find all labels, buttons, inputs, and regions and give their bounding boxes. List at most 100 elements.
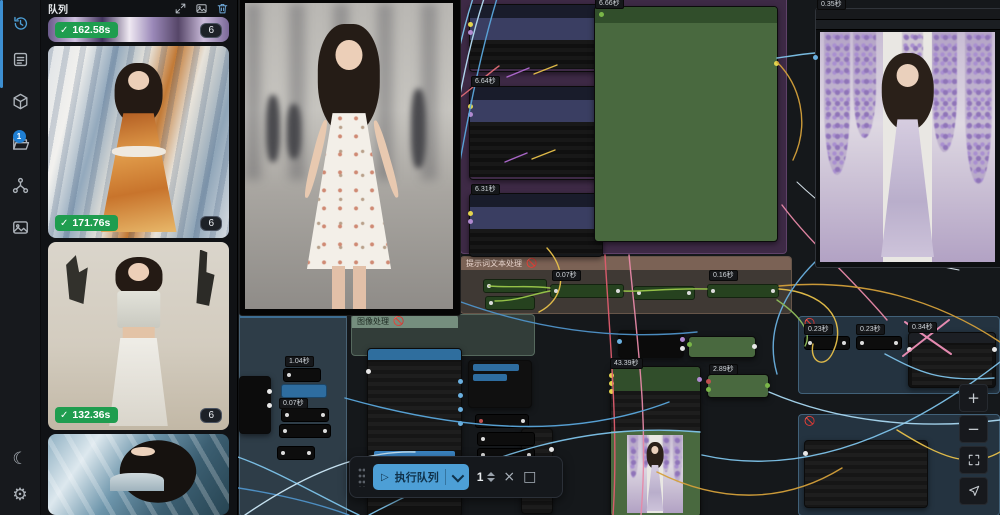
canvas-nav-controls: + − (959, 384, 986, 505)
check-icon: ✓ (60, 218, 68, 229)
node-time-tag: 2.89秒 (709, 364, 738, 375)
output-count-badge: 6 (200, 408, 222, 423)
output-count-badge: 6 (200, 23, 222, 38)
play-icon: ▷ (381, 472, 389, 483)
conditioning-node[interactable] (469, 193, 603, 257)
text-pill-node[interactable] (485, 296, 535, 310)
pill-node[interactable] (804, 336, 850, 350)
small-node[interactable] (239, 376, 271, 434)
zoom-out-button[interactable]: − (959, 415, 988, 443)
conditioning-node[interactable] (469, 86, 603, 180)
queue-item[interactable]: ✓ 162.58s 6 (48, 17, 229, 42)
node-time-tag: 6.66秒 (595, 0, 624, 9)
image-preview-node[interactable] (815, 8, 1000, 268)
generated-image (820, 32, 995, 262)
result-thumbnail (48, 434, 229, 515)
group-title: 提示词文本处理 (466, 258, 522, 269)
pill-node[interactable] (281, 408, 329, 422)
sidebar-item-node-map[interactable] (0, 168, 40, 202)
pill-node[interactable] (279, 424, 331, 438)
text-node[interactable] (908, 332, 996, 388)
text-pill-node[interactable] (483, 279, 547, 293)
queue-panel-title: 队列 (48, 1, 166, 16)
node-time-tag: 0.35秒 (817, 0, 846, 10)
text-node[interactable] (804, 440, 928, 508)
node-time-tag: 0.16秒 (709, 270, 738, 281)
group-title: 图像处理 (357, 316, 389, 327)
small-node[interactable] (618, 330, 684, 358)
batch-count-control: 1 (477, 470, 496, 484)
zoom-in-button[interactable]: + (959, 384, 988, 412)
batch-count-value: 1 (477, 470, 484, 484)
history-icon (11, 14, 30, 33)
settings-button[interactable]: ⚙ (0, 478, 40, 512)
images-icon (11, 218, 30, 237)
expand-icon (174, 2, 187, 15)
expand-panel-button[interactable] (174, 2, 187, 15)
queue-item[interactable] (48, 434, 229, 515)
preview-thumbnail (627, 435, 683, 513)
check-icon: ✓ (60, 25, 68, 36)
output-count-badge: 6 (200, 216, 222, 231)
text-node[interactable] (594, 6, 778, 242)
queue-item[interactable]: ✓ 132.36s 6 (48, 242, 229, 430)
conditioning-node[interactable] (469, 4, 603, 72)
image-icon (195, 2, 208, 15)
folder-open-icon: 1 (11, 134, 30, 153)
select-mode-button[interactable] (959, 477, 988, 505)
text-pill-node[interactable] (633, 286, 695, 300)
generated-image (245, 3, 453, 309)
pill-node[interactable] (283, 368, 321, 382)
node-time-tag: 0.07秒 (279, 398, 308, 409)
pill-node[interactable] (277, 446, 315, 460)
node-time-tag: 6.31秒 (471, 184, 500, 195)
run-queue-label: 执行队列 (395, 469, 439, 485)
pill-node[interactable] (475, 414, 529, 428)
sitemap-icon (11, 176, 30, 195)
chevron-down-icon[interactable] (451, 469, 464, 482)
workflow-badge: 1 (13, 130, 26, 143)
result-thumbnail (48, 242, 229, 430)
clear-history-button[interactable] (216, 2, 229, 15)
batch-stepper[interactable] (487, 472, 495, 482)
duration-badge: ✓ 162.58s (55, 22, 118, 38)
theme-toggle-button[interactable]: ☾ (0, 442, 40, 476)
document-icon (11, 50, 30, 69)
toolbar-drag-handle[interactable] (358, 467, 365, 487)
node-time-tag: 0.07秒 (552, 270, 581, 281)
sidebar-rail: 1 ☾ ⚙ (0, 0, 41, 515)
node-time-tag: 0.23秒 (856, 324, 885, 335)
result-thumbnail (48, 46, 229, 238)
sidebar-item-node-library[interactable] (0, 42, 40, 76)
pill-node[interactable] (281, 384, 327, 398)
node-time-tag: 0.23秒 (804, 324, 833, 335)
small-node[interactable] (688, 336, 756, 358)
run-queue-button[interactable]: ▷ 执行队列 (373, 464, 469, 490)
duration-badge: ✓ 132.36s (55, 407, 118, 423)
image-filter-button[interactable] (195, 2, 208, 15)
sidebar-item-gallery[interactable] (0, 210, 40, 244)
blocked-icon: 🚫 (804, 416, 815, 427)
blocked-icon: 🚫 (393, 316, 404, 327)
text-pill-node[interactable] (550, 284, 624, 298)
sidebar-item-queue-history[interactable] (0, 6, 40, 40)
queue-item[interactable]: ✓ 171.76s 6 (48, 46, 229, 238)
ksampler-node[interactable] (610, 366, 701, 515)
check-icon: ✓ (60, 410, 68, 421)
stop-button[interactable]: □ (523, 470, 536, 484)
queue-run-toolbar: ▷ 执行队列 1 × □ (349, 456, 563, 498)
node-graph-canvas[interactable]: 提示词文本处理 🚫 图像处理 🚫 🚫 🚫 6.64秒 6.31秒 6.66秒 (237, 0, 1000, 515)
sidebar-item-model-library[interactable] (0, 84, 40, 118)
pill-node[interactable] (856, 336, 902, 350)
text-pill-node[interactable] (707, 284, 779, 298)
sidebar-item-workflows[interactable]: 1 (0, 126, 40, 160)
gear-icon: ⚙ (12, 485, 27, 505)
vae-decode-node[interactable] (707, 374, 769, 398)
fit-view-button[interactable] (959, 446, 988, 474)
node-time-tag: 0.34秒 (908, 322, 937, 333)
widget-node[interactable] (468, 360, 532, 408)
clear-queue-button[interactable]: × (503, 470, 515, 484)
image-preview-node[interactable] (239, 0, 461, 316)
pill-node[interactable] (477, 432, 535, 446)
queue-header: 队列 (40, 0, 237, 17)
